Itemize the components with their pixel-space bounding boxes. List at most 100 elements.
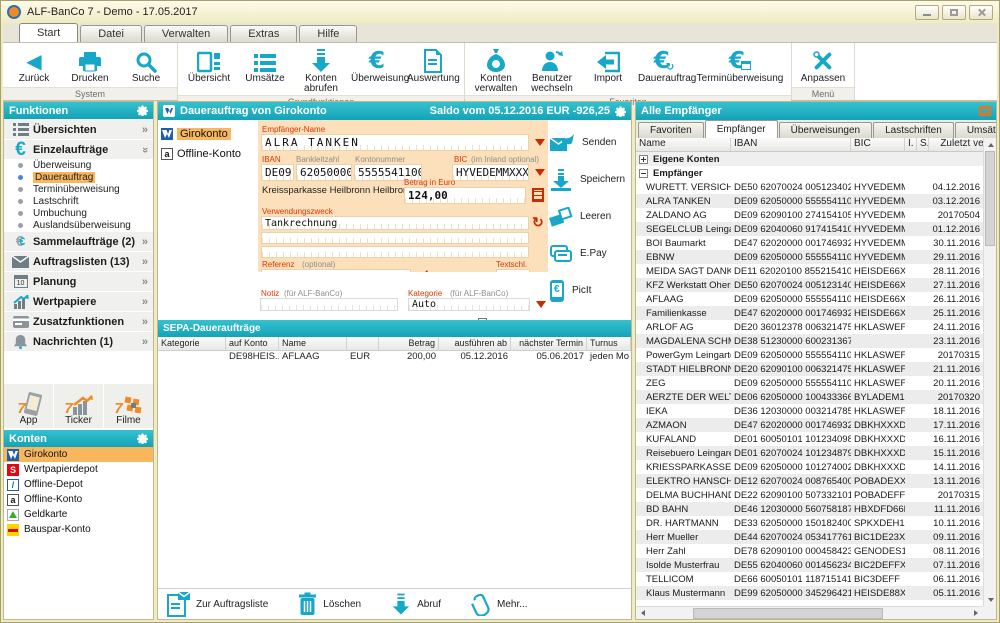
sidebar-item-planung[interactable]: 10 Planung » bbox=[4, 272, 153, 291]
scroll-right-icon[interactable] bbox=[970, 607, 983, 620]
vertical-scrollbar[interactable] bbox=[983, 138, 996, 606]
col-ausfuehren-ab[interactable]: ausführen ab bbox=[439, 337, 511, 350]
recipient-row[interactable]: Klaus Mustermann DE99 62050000 345296421… bbox=[636, 586, 983, 600]
sidebar-item-wertpapiere[interactable]: Wertpapiere » bbox=[4, 292, 153, 311]
import-button[interactable]: Import bbox=[580, 45, 636, 85]
verwendungszweck-input-2[interactable] bbox=[261, 232, 529, 244]
close-button[interactable] bbox=[969, 5, 993, 20]
uebersicht-button[interactable]: Übersicht bbox=[181, 45, 237, 85]
recipient-row[interactable]: Familienkasse DE47 62020000 0017469325 H… bbox=[636, 306, 983, 320]
expand-plus-icon[interactable] bbox=[639, 155, 648, 164]
calculator-icon[interactable] bbox=[532, 188, 544, 202]
ticker-button[interactable]: 7 Ticker bbox=[54, 384, 103, 428]
scroll-thumb[interactable] bbox=[693, 608, 883, 619]
epay-button[interactable]: E.Pay bbox=[549, 235, 631, 272]
tab-hilfe[interactable]: Hilfe bbox=[299, 25, 357, 42]
col-bic[interactable]: BIC bbox=[851, 138, 905, 151]
sidebar-subitem-terminueberweisung[interactable]: Terminüberweisung bbox=[4, 183, 153, 195]
maximize-button[interactable] bbox=[942, 5, 966, 20]
recipient-row[interactable]: IEKA DE36 12030000 0032147856 HKLASWEF..… bbox=[636, 404, 983, 418]
account-girokonto[interactable]: Girokonto bbox=[4, 447, 153, 462]
leeren-button[interactable]: Leeren bbox=[549, 198, 631, 235]
col-kategorie[interactable]: Kategorie bbox=[158, 337, 226, 350]
account-bauspar-konto[interactable]: Bauspar-Konto bbox=[4, 522, 153, 537]
picit-button[interactable]: € PicIt bbox=[549, 272, 631, 309]
col-i[interactable]: I. bbox=[905, 138, 917, 151]
recipient-row[interactable]: ALRA TANKEN DE09 62050000 5555541100 HYV… bbox=[636, 194, 983, 208]
panel-window-icon[interactable] bbox=[979, 106, 991, 116]
anpassen-button[interactable]: Anpassen bbox=[795, 45, 851, 85]
tab-verwalten[interactable]: Verwalten bbox=[144, 25, 228, 42]
dropdown-icon[interactable] bbox=[535, 169, 545, 176]
loeschen-button[interactable]: Löschen bbox=[298, 592, 361, 616]
account-offline-konto[interactable]: aOffline-Konto bbox=[4, 492, 153, 507]
col-iban[interactable]: IBAN bbox=[731, 138, 851, 151]
col-betrag[interactable]: Betrag bbox=[379, 337, 439, 350]
ueberweisung-button[interactable]: € Überweisung bbox=[349, 45, 405, 85]
sidebar-item-nachrichten[interactable]: Nachrichten (1) » bbox=[4, 332, 153, 351]
konten-verwalten-button[interactable]: Konten verwalten bbox=[468, 45, 524, 95]
scroll-up-icon[interactable] bbox=[984, 138, 997, 151]
tab-empfaenger[interactable]: Empfänger bbox=[705, 120, 778, 138]
auswertung-button[interactable]: Auswertung bbox=[405, 45, 461, 85]
mehr-button[interactable]: Mehr... bbox=[471, 593, 528, 616]
sepa-row[interactable]: DE98HEIS... AFLAAG EUR 200,00 05.12.2016… bbox=[158, 351, 631, 364]
umsaetze-button[interactable]: Umsätze bbox=[237, 45, 293, 85]
recipient-row[interactable]: KUFALAND DE01 60050101 1012340987 DBKHXX… bbox=[636, 432, 983, 446]
col-naechster-termin[interactable]: nächster Termin bbox=[511, 337, 587, 350]
account-geldkarte[interactable]: Geldkarte bbox=[4, 507, 153, 522]
scroll-down-icon[interactable] bbox=[984, 593, 997, 606]
tab-start[interactable]: Start bbox=[19, 23, 78, 42]
recipient-row[interactable]: PowerGym Leingarten DE09 62050000 555554… bbox=[636, 348, 983, 362]
recipient-row[interactable]: Herr Mueller DE44 62070024 0534177612 BI… bbox=[636, 530, 983, 544]
col-name[interactable]: Name bbox=[636, 138, 731, 151]
tab-ueberweisungen[interactable]: Überweisungen bbox=[779, 122, 873, 138]
recipient-row[interactable]: SEGELCLUB Leinga... DE09 62040060 917415… bbox=[636, 222, 983, 236]
recipient-row[interactable]: DR. HARTMANN DE33 62050000 1501824007 SP… bbox=[636, 516, 983, 530]
group-row-empfaenger[interactable]: Empfänger bbox=[636, 166, 983, 180]
speichern-button[interactable]: Speichern bbox=[549, 161, 631, 198]
scroll-left-icon[interactable] bbox=[636, 607, 649, 620]
tab-lastschriften[interactable]: Lastschriften bbox=[873, 122, 954, 138]
dropdown-icon[interactable] bbox=[536, 301, 546, 308]
recipient-row[interactable]: MEIDA SAGT DANKE DE11 62020100 855215410… bbox=[636, 264, 983, 278]
verwendungszweck-input-3[interactable] bbox=[261, 246, 529, 258]
gear-icon[interactable] bbox=[615, 106, 626, 117]
recipient-row[interactable]: ZALDANO AG DE09 62090100 2741541050 HYVE… bbox=[636, 208, 983, 222]
recipient-row[interactable]: BOI Baumarkt DE47 62020000 0017469325 HY… bbox=[636, 236, 983, 250]
gear-icon[interactable] bbox=[137, 433, 148, 444]
minimize-button[interactable] bbox=[915, 5, 939, 20]
benutzer-wechseln-button[interactable]: Benutzer wechseln bbox=[524, 45, 580, 95]
recipient-row[interactable]: Reisebuero Leingaren DE01 62070024 10123… bbox=[636, 446, 983, 460]
recipient-row[interactable]: ZEG DE09 62050000 5555541100 HKLASWEF...… bbox=[636, 376, 983, 390]
recipient-row[interactable]: DELMA BUCHHAND... DE22 62090100 50733210… bbox=[636, 488, 983, 502]
iban-input[interactable]: DE09 bbox=[261, 164, 294, 181]
search-button[interactable]: Suche bbox=[118, 45, 174, 85]
col-name[interactable]: Name bbox=[279, 337, 347, 350]
recipient-row[interactable]: AFLAAG DE09 62050000 5555541100 HEISDE66… bbox=[636, 292, 983, 306]
blz-input[interactable]: 62050000 bbox=[296, 164, 352, 181]
sidebar-subitem-lastschrift[interactable]: Lastschrift bbox=[4, 195, 153, 207]
recipient-row[interactable]: MAGDALENA SCHMA... DE38 51230000 6002313… bbox=[636, 334, 983, 348]
empfaenger-input[interactable]: ALRA TANKEN bbox=[261, 134, 529, 151]
sidebar-item-einzelauftraege[interactable]: € Einzelaufträge » bbox=[4, 140, 153, 159]
tab-extras[interactable]: Extras bbox=[230, 25, 297, 42]
bic-input[interactable]: HYVEDEMMXXX bbox=[452, 164, 529, 181]
recipient-row[interactable]: ELEKTRO HANSCH DE12 62070024 0087654008 … bbox=[636, 474, 983, 488]
abruf-button[interactable]: Abruf bbox=[391, 593, 441, 616]
recipient-row[interactable]: AZMAON DE47 62020000 0017469325 DBKHXXXD… bbox=[636, 418, 983, 432]
recipient-row[interactable]: KFZ Werkstatt Oherin... DE50 62070024 00… bbox=[636, 278, 983, 292]
app-button[interactable]: 7 App bbox=[4, 384, 53, 428]
col-turnus[interactable]: Turnus bbox=[587, 337, 631, 350]
recipient-row[interactable]: ARLOF AG DE20 36012378 0063214758 HKLASW… bbox=[636, 320, 983, 334]
tab-datei[interactable]: Datei bbox=[80, 25, 142, 42]
recipient-row[interactable]: WURETT. VERSICH... DE50 62070024 0051234… bbox=[636, 180, 983, 194]
betrag-input[interactable]: 124,00 bbox=[404, 187, 526, 204]
source-tab-offline-konto[interactable]: aOffline-Konto bbox=[161, 144, 256, 164]
recipient-row[interactable]: Herr Zahl DE78 62090100 0004584234 GENOD… bbox=[636, 544, 983, 558]
sidebar-subitem-auslandsueberweisung[interactable]: Auslandsüberweisung bbox=[4, 219, 153, 231]
col-auf-konto[interactable]: auf Konto bbox=[226, 337, 279, 350]
sidebar-item-sammelauftraege[interactable]: €€ Sammelaufträge (2) » bbox=[4, 232, 153, 251]
col-s[interactable]: S. bbox=[917, 138, 929, 151]
recipient-row[interactable]: BD BAHN DE46 12030000 5607581876 HBXDFD6… bbox=[636, 502, 983, 516]
